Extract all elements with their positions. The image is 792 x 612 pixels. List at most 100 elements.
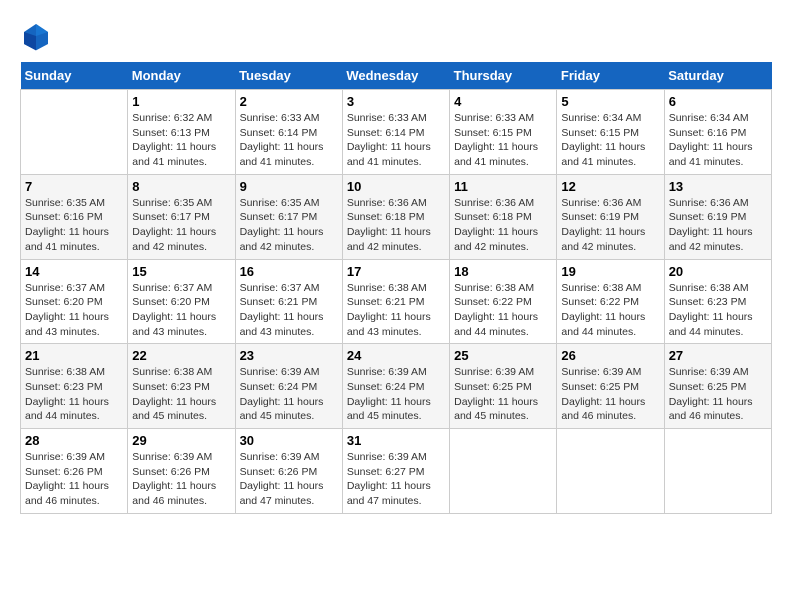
- day-info: Sunrise: 6:39 AMSunset: 6:26 PMDaylight:…: [240, 450, 338, 509]
- day-info: Sunrise: 6:39 AMSunset: 6:25 PMDaylight:…: [561, 365, 659, 424]
- calendar-day: 17 Sunrise: 6:38 AMSunset: 6:21 PMDayligh…: [342, 259, 449, 344]
- day-info: Sunrise: 6:38 AMSunset: 6:23 PMDaylight:…: [132, 365, 230, 424]
- day-info: Sunrise: 6:38 AMSunset: 6:22 PMDaylight:…: [454, 281, 552, 340]
- day-info: Sunrise: 6:39 AMSunset: 6:27 PMDaylight:…: [347, 450, 445, 509]
- calendar-day: [557, 429, 664, 514]
- day-number: 29: [132, 433, 230, 448]
- calendar-week-1: 1 Sunrise: 6:32 AMSunset: 6:13 PMDaylight…: [21, 90, 772, 175]
- calendar-day: 28 Sunrise: 6:39 AMSunset: 6:26 PMDayligh…: [21, 429, 128, 514]
- page-header: [20, 20, 772, 52]
- day-number: 21: [25, 348, 123, 363]
- calendar-day: 21Sunrise: 6:38 AMSunset: 6:23 PMDayligh…: [21, 344, 128, 429]
- day-number: 3: [347, 94, 445, 109]
- calendar-day: 30 Sunrise: 6:39 AMSunset: 6:26 PMDayligh…: [235, 429, 342, 514]
- calendar-week-4: 21 Sunrise: 6:38 AMSunset: 6:23 PMDayligh…: [21, 344, 772, 429]
- day-number: 19: [561, 264, 659, 279]
- day-info: Sunrise: 6:39 AMSunset: 6:26 PMDaylight:…: [132, 450, 230, 509]
- calendar-day: 23 Sunrise: 6:39 AMSunset: 6:24 PMDayligh…: [235, 344, 342, 429]
- day-number: 26: [561, 348, 659, 363]
- day-info: Sunrise: 6:35 AMSunset: 6:16 PMDaylight:…: [25, 196, 123, 255]
- column-header-tuesday: Tuesday: [235, 62, 342, 90]
- day-number: 31: [347, 433, 445, 448]
- day-number: 1: [132, 94, 230, 109]
- calendar-day: 22 Sunrise: 6:38 AMSunset: 6:23 PMDayligh…: [128, 344, 235, 429]
- day-info: Sunrise: 6:33 AMSunset: 6:15 PMDaylight:…: [454, 111, 552, 170]
- column-header-monday: Monday: [128, 62, 235, 90]
- day-number: 12: [561, 179, 659, 194]
- calendar-day: [664, 429, 771, 514]
- column-header-thursday: Thursday: [450, 62, 557, 90]
- calendar-day: 31 Sunrise: 6:39 AMSunset: 6:27 PMDayligh…: [342, 429, 449, 514]
- calendar-day: 15 Sunrise: 6:37 AMSunset: 6:20 PMDayligh…: [128, 259, 235, 344]
- calendar-week-5: 28 Sunrise: 6:39 AMSunset: 6:26 PMDayligh…: [21, 429, 772, 514]
- day-number: 30: [240, 433, 338, 448]
- day-info: Sunrise: 6:38 AMSunset: 6:22 PMDaylight:…: [561, 281, 659, 340]
- day-number: 9: [240, 179, 338, 194]
- calendar-day: 8 Sunrise: 6:35 AMSunset: 6:17 PMDaylight…: [128, 174, 235, 259]
- day-info: Sunrise: 6:39 AMSunset: 6:24 PMDaylight:…: [240, 365, 338, 424]
- day-number: 27: [669, 348, 767, 363]
- day-number: 6: [669, 94, 767, 109]
- day-info: Sunrise: 6:39 AMSunset: 6:25 PMDaylight:…: [454, 365, 552, 424]
- day-number: 8: [132, 179, 230, 194]
- day-number: 23: [240, 348, 338, 363]
- calendar-day: 12Sunrise: 6:36 AMSunset: 6:19 PMDayligh…: [557, 174, 664, 259]
- calendar-day: 27 Sunrise: 6:39 AMSunset: 6:25 PMDayligh…: [664, 344, 771, 429]
- calendar-week-2: 7 Sunrise: 6:35 AMSunset: 6:16 PMDaylight…: [21, 174, 772, 259]
- day-number: 22: [132, 348, 230, 363]
- calendar-day: [21, 90, 128, 175]
- calendar-day: 9 Sunrise: 6:35 AMSunset: 6:17 PMDaylight…: [235, 174, 342, 259]
- day-number: 17: [347, 264, 445, 279]
- day-number: 24: [347, 348, 445, 363]
- day-info: Sunrise: 6:39 AMSunset: 6:25 PMDaylight:…: [669, 365, 767, 424]
- calendar-day: 6Sunrise: 6:34 AMSunset: 6:16 PMDaylight…: [664, 90, 771, 175]
- day-number: 14: [25, 264, 123, 279]
- calendar-day: 3 Sunrise: 6:33 AMSunset: 6:14 PMDaylight…: [342, 90, 449, 175]
- calendar-day: 13 Sunrise: 6:36 AMSunset: 6:19 PMDayligh…: [664, 174, 771, 259]
- day-number: 28: [25, 433, 123, 448]
- calendar-day: 4 Sunrise: 6:33 AMSunset: 6:15 PMDaylight…: [450, 90, 557, 175]
- day-number: 2: [240, 94, 338, 109]
- day-number: 7: [25, 179, 123, 194]
- day-number: 4: [454, 94, 552, 109]
- day-number: 11: [454, 179, 552, 194]
- calendar-day: 10 Sunrise: 6:36 AMSunset: 6:18 PMDayligh…: [342, 174, 449, 259]
- day-number: 15: [132, 264, 230, 279]
- day-info: Sunrise: 6:39 AMSunset: 6:24 PMDaylight:…: [347, 365, 445, 424]
- column-header-wednesday: Wednesday: [342, 62, 449, 90]
- calendar-day: 24 Sunrise: 6:39 AMSunset: 6:24 PMDayligh…: [342, 344, 449, 429]
- day-number: 20: [669, 264, 767, 279]
- day-info: Sunrise: 6:34 AMSunset: 6:15 PMDaylight:…: [561, 111, 659, 170]
- day-number: 13: [669, 179, 767, 194]
- day-info: Sunrise: 6:32 AMSunset: 6:13 PMDaylight:…: [132, 111, 230, 170]
- column-header-saturday: Saturday: [664, 62, 771, 90]
- day-info: Sunrise: 6:36 AMSunset: 6:18 PMDaylight:…: [454, 196, 552, 255]
- calendar-day: 1 Sunrise: 6:32 AMSunset: 6:13 PMDaylight…: [128, 90, 235, 175]
- day-info: Sunrise: 6:36 AMSunset: 6:18 PMDaylight:…: [347, 196, 445, 255]
- calendar-day: 26 Sunrise: 6:39 AMSunset: 6:25 PMDayligh…: [557, 344, 664, 429]
- day-info: Sunrise: 6:33 AMSunset: 6:14 PMDaylight:…: [347, 111, 445, 170]
- calendar-week-3: 14 Sunrise: 6:37 AMSunset: 6:20 PMDayligh…: [21, 259, 772, 344]
- day-info: Sunrise: 6:39 AMSunset: 6:26 PMDaylight:…: [25, 450, 123, 509]
- column-header-sunday: Sunday: [21, 62, 128, 90]
- day-info: Sunrise: 6:38 AMSunset: 6:21 PMDaylight:…: [347, 281, 445, 340]
- logo-icon: [20, 20, 52, 52]
- day-info: Sunrise: 6:35 AMSunset: 6:17 PMDaylight:…: [132, 196, 230, 255]
- calendar-day: 11 Sunrise: 6:36 AMSunset: 6:18 PMDayligh…: [450, 174, 557, 259]
- calendar-day: 18Sunrise: 6:38 AMSunset: 6:22 PMDayligh…: [450, 259, 557, 344]
- day-number: 25: [454, 348, 552, 363]
- calendar-day: 20Sunrise: 6:38 AMSunset: 6:23 PMDayligh…: [664, 259, 771, 344]
- day-number: 16: [240, 264, 338, 279]
- calendar-day: 25 Sunrise: 6:39 AMSunset: 6:25 PMDayligh…: [450, 344, 557, 429]
- day-info: Sunrise: 6:35 AMSunset: 6:17 PMDaylight:…: [240, 196, 338, 255]
- day-info: Sunrise: 6:37 AMSunset: 6:21 PMDaylight:…: [240, 281, 338, 340]
- day-info: Sunrise: 6:36 AMSunset: 6:19 PMDaylight:…: [669, 196, 767, 255]
- calendar-day: 16 Sunrise: 6:37 AMSunset: 6:21 PMDayligh…: [235, 259, 342, 344]
- calendar-day: 14Sunrise: 6:37 AMSunset: 6:20 PMDayligh…: [21, 259, 128, 344]
- logo: [20, 20, 56, 52]
- day-number: 5: [561, 94, 659, 109]
- column-headers: SundayMondayTuesdayWednesdayThursdayFrid…: [21, 62, 772, 90]
- day-number: 10: [347, 179, 445, 194]
- calendar-day: 7 Sunrise: 6:35 AMSunset: 6:16 PMDaylight…: [21, 174, 128, 259]
- day-info: Sunrise: 6:37 AMSunset: 6:20 PMDaylight:…: [132, 281, 230, 340]
